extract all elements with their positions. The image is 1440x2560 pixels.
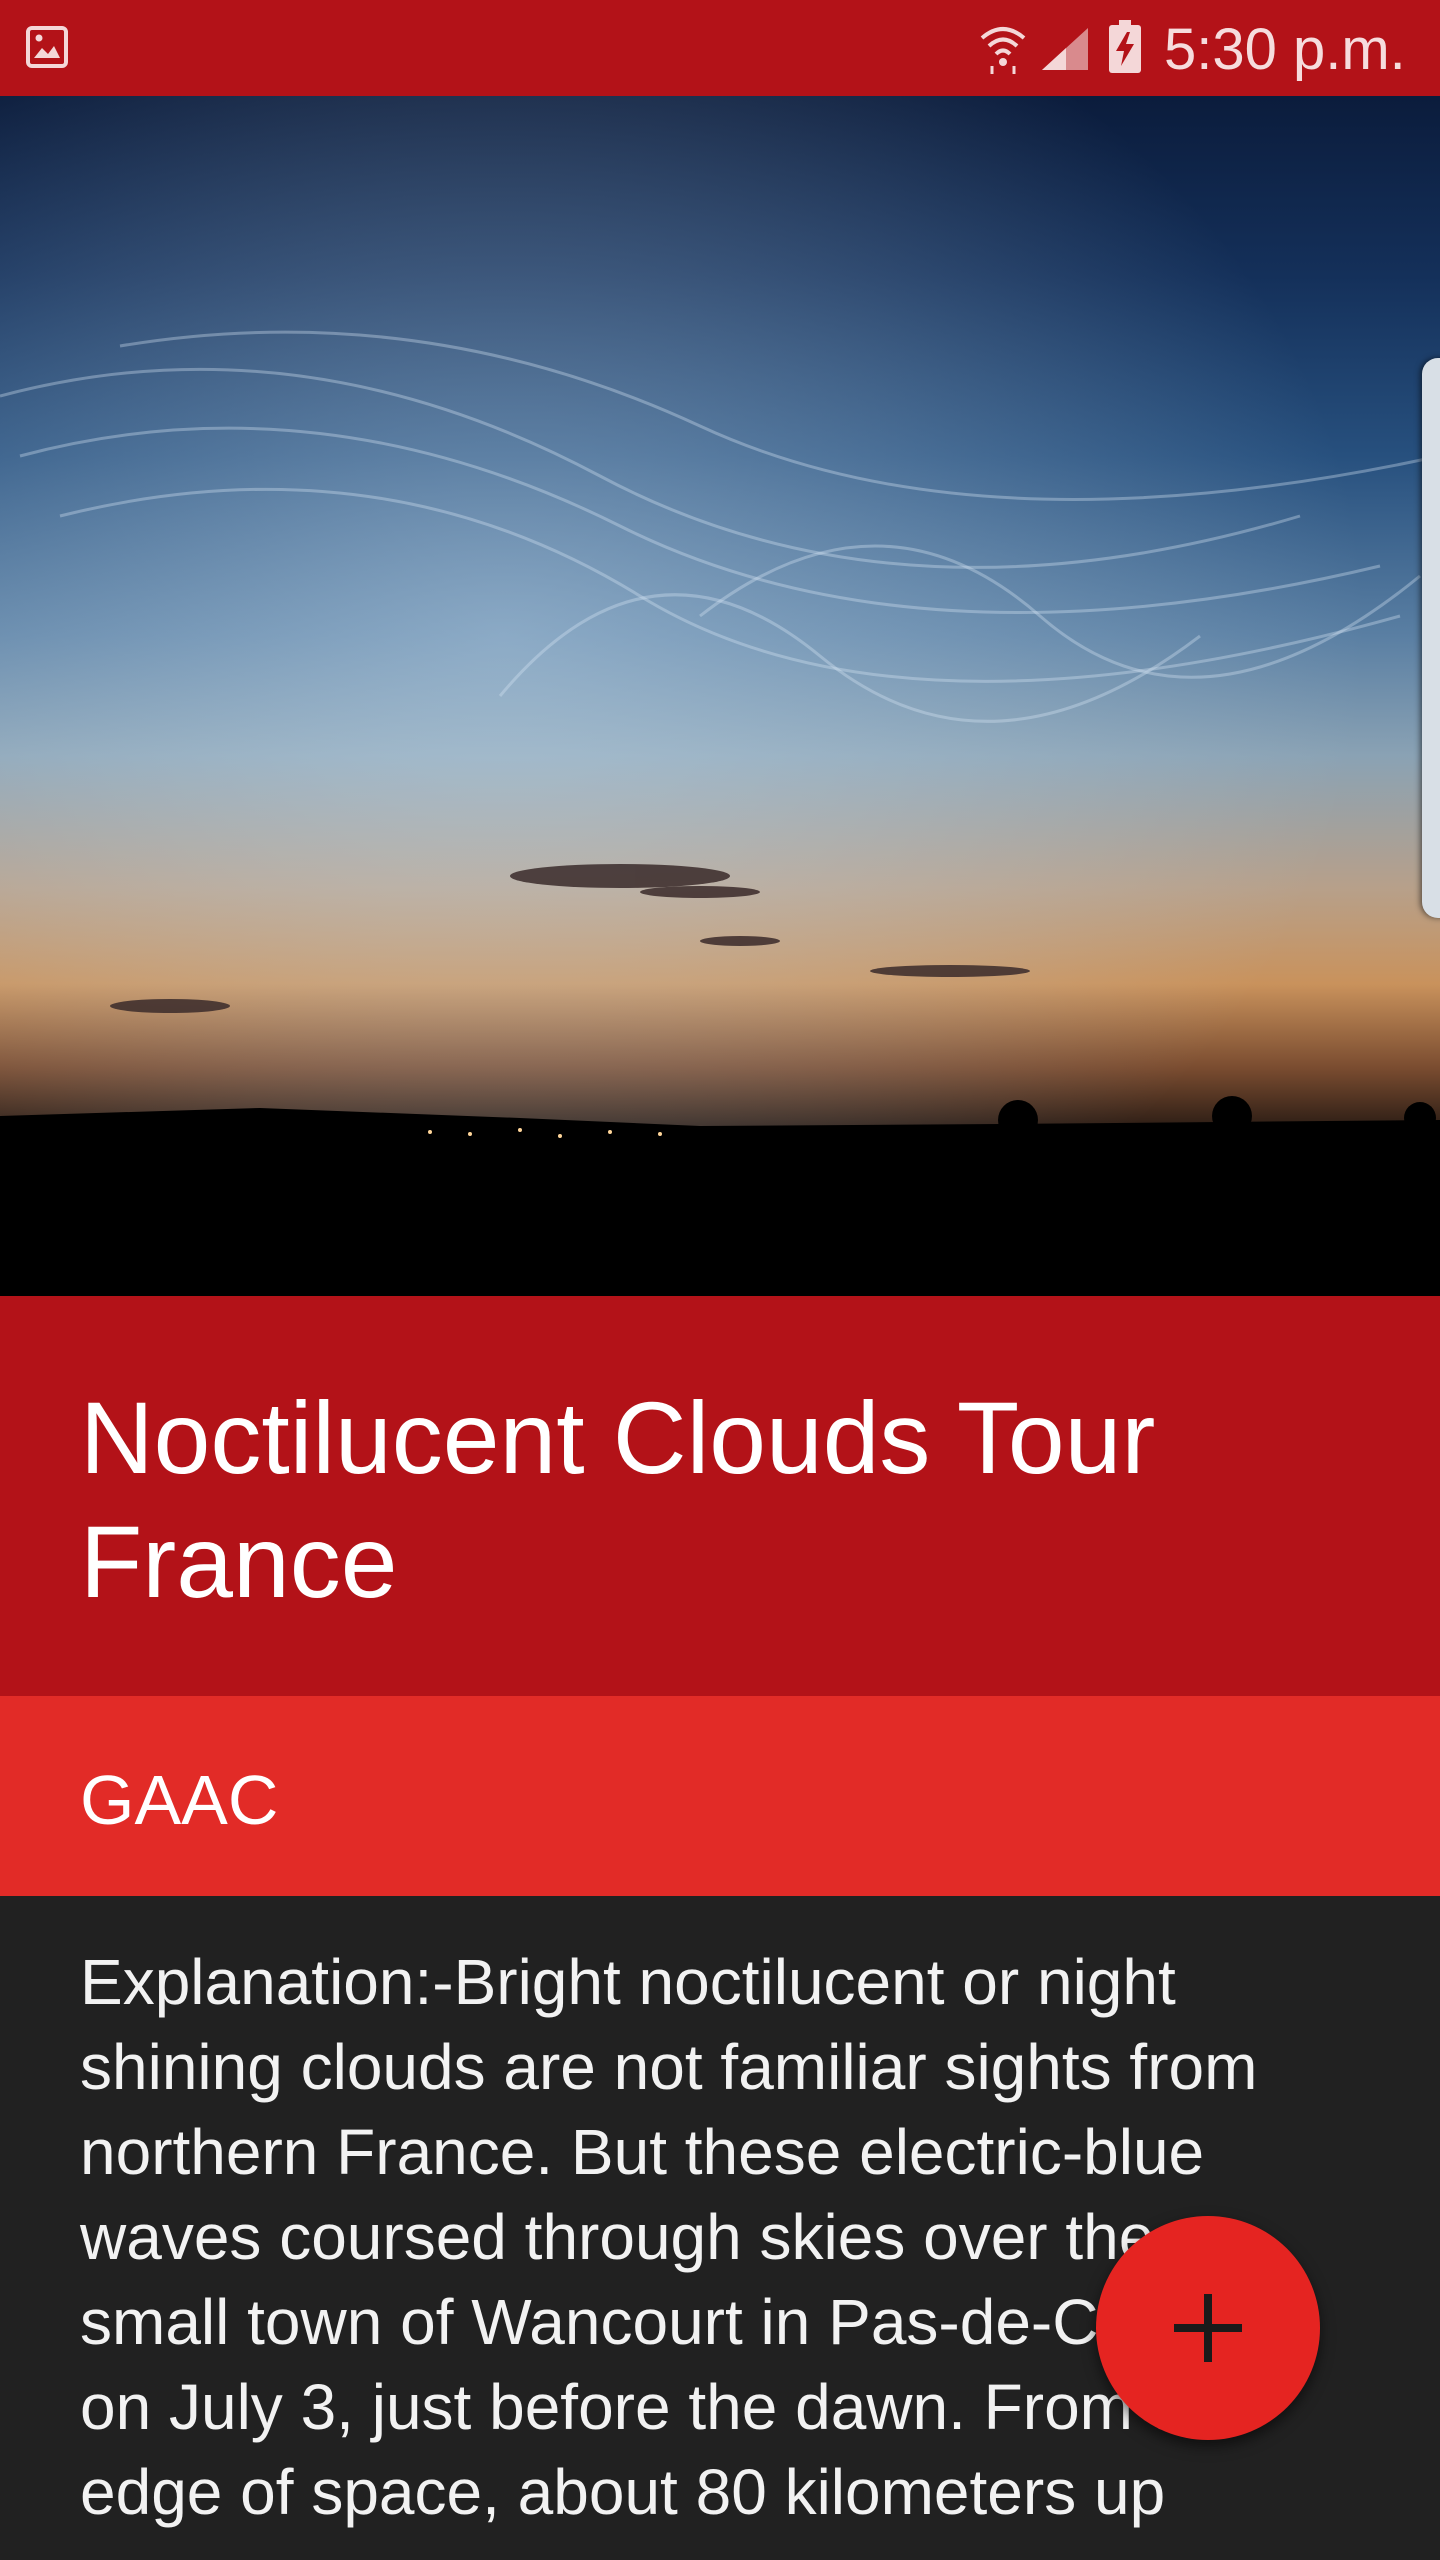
apod-detail-screen: 5:30 p.m. Noctilucent Clouds Tour France… [0, 0, 1440, 2560]
noctilucent-clouds-photo [0, 96, 1440, 1296]
wifi-icon [980, 27, 1026, 74]
add-fab-button[interactable] [1096, 2216, 1320, 2440]
article-title: Noctilucent Clouds Tour France [80, 1381, 1156, 1619]
edge-panel-handle[interactable] [1422, 358, 1440, 918]
gallery-icon [26, 26, 68, 68]
hero-image[interactable] [0, 96, 1440, 1296]
article-author: GAAC [80, 1761, 279, 1839]
title-banner: Noctilucent Clouds Tour France [0, 1296, 1440, 1696]
article-explanation: Explanation:-Bright noctilucent or night… [80, 1946, 1258, 2528]
battery-charging-icon [1109, 20, 1141, 73]
plus-icon [1174, 2294, 1242, 2362]
status-time: 5:30 p.m. [1164, 17, 1406, 82]
author-banner: GAAC [0, 1696, 1440, 1896]
signal-icon [1042, 28, 1088, 70]
status-bar: 5:30 p.m. [0, 0, 1440, 96]
